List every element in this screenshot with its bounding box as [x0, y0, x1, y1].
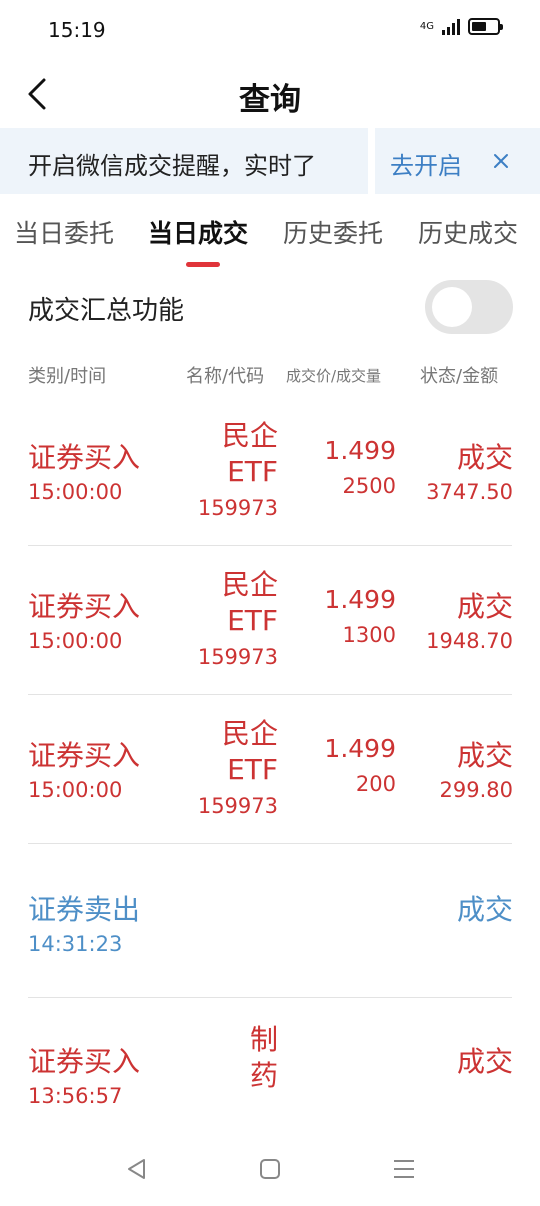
trade-type: 证券买入	[28, 590, 141, 623]
security-name: 制 药	[150, 1022, 278, 1094]
trade-row[interactable]: 证券卖出 14:31:23 成交	[0, 850, 540, 998]
trade-amount: 299.80	[439, 778, 513, 802]
trade-status: 成交	[456, 739, 513, 772]
network-type-label: 4G	[419, 21, 434, 32]
status-icons: 4G	[419, 18, 503, 35]
trade-row[interactable]: 证券买入 13:56:57 制 药 成交	[0, 1002, 540, 1150]
nav-bar: 查询	[0, 62, 540, 126]
battery-icon	[468, 18, 503, 35]
trade-summary-row: 成交汇总功能	[0, 274, 540, 342]
security-name-line2: 药	[249, 1059, 278, 1092]
system-menu-icon[interactable]	[391, 1156, 417, 1182]
trade-row[interactable]: 证券买入 15:00:00 民企 ETF 159973 1.499 1300 成…	[0, 547, 540, 695]
security-name-line2: ETF	[227, 455, 278, 488]
security-code: 159973	[197, 645, 278, 669]
trade-price: 1.499	[324, 436, 396, 465]
close-icon[interactable]	[490, 150, 512, 172]
header-price-qty: 成交价/成交量	[286, 367, 382, 385]
row-divider	[28, 694, 512, 695]
column-headers: 类别/时间 名称/代码 成交价/成交量 状态/金额	[0, 360, 540, 390]
trade-quantity: 2500	[342, 474, 396, 498]
header-status-amount: 状态/金额	[420, 366, 499, 387]
tab-history-orders[interactable]: 历史委托	[283, 214, 383, 250]
system-nav-bar	[0, 1136, 540, 1206]
page-title: 查询	[239, 82, 301, 118]
tab-today-trades[interactable]: 当日成交	[148, 214, 248, 250]
security-name-line1: 制	[249, 1023, 278, 1056]
security-name-line1: 民企	[221, 568, 278, 601]
trade-type: 证券买入	[28, 1045, 141, 1078]
row-divider	[28, 843, 512, 844]
trade-time: 13:56:57	[28, 1084, 123, 1108]
trade-quantity: 1300	[342, 623, 396, 647]
trade-status: 成交	[456, 441, 513, 474]
security-name: 民企 ETF	[150, 716, 278, 788]
trade-status: 成交	[456, 1045, 513, 1078]
banner-divider	[368, 128, 375, 194]
trade-type: 证券卖出	[28, 893, 141, 926]
trade-price: 1.499	[324, 734, 396, 763]
trade-row[interactable]: 证券买入 15:00:00 民企 ETF 159973 1.499 2500 成…	[0, 398, 540, 546]
header-type-time: 类别/时间	[28, 366, 107, 387]
trade-summary-toggle[interactable]	[425, 280, 513, 334]
wechat-reminder-banner: 开启微信成交提醒，实时了 去开启	[0, 128, 540, 194]
security-name-line1: 民企	[221, 717, 278, 750]
row-divider	[28, 545, 512, 546]
trade-time: 14:31:23	[28, 932, 123, 956]
tab-history-trades[interactable]: 历史成交	[418, 214, 518, 250]
tab-bar: 当日委托 当日成交 历史委托 历史成交	[0, 206, 540, 270]
status-bar: 15:19 4G	[0, 0, 540, 62]
security-name: 民企 ETF	[150, 567, 278, 639]
trade-quantity: 200	[355, 772, 396, 796]
security-name-line1: 民企	[221, 419, 278, 452]
trade-time: 15:00:00	[28, 778, 123, 802]
banner-text: 开启微信成交提醒，实时了	[28, 152, 316, 180]
security-name: 民企 ETF	[150, 418, 278, 490]
status-time: 15:19	[48, 18, 106, 42]
row-divider	[28, 997, 512, 998]
trade-type: 证券买入	[28, 441, 141, 474]
trade-type: 证券买入	[28, 739, 141, 772]
signal-icon	[442, 18, 460, 35]
security-code: 159973	[197, 496, 278, 520]
trade-price: 1.499	[324, 585, 396, 614]
trade-time: 15:00:00	[28, 480, 123, 504]
header-name-code: 名称/代码	[186, 366, 265, 387]
trade-amount: 1948.70	[426, 629, 513, 653]
trade-row[interactable]: 证券买入 15:00:00 民企 ETF 159973 1.499 200 成交…	[0, 696, 540, 844]
security-name-line2: ETF	[227, 753, 278, 786]
trade-summary-label: 成交汇总功能	[28, 296, 185, 326]
toggle-knob	[432, 287, 472, 327]
system-back-icon[interactable]	[124, 1156, 150, 1182]
trade-status: 成交	[456, 893, 513, 926]
security-name-line2: ETF	[227, 604, 278, 637]
enable-reminder-link[interactable]: 去开启	[390, 146, 462, 181]
trade-time: 15:00:00	[28, 629, 123, 653]
system-home-icon[interactable]	[257, 1156, 283, 1182]
tab-today-orders[interactable]: 当日委托	[14, 214, 114, 250]
trade-status: 成交	[456, 590, 513, 623]
trade-amount: 3747.50	[426, 480, 513, 504]
security-code: 159973	[197, 794, 278, 818]
active-tab-indicator	[186, 262, 220, 267]
